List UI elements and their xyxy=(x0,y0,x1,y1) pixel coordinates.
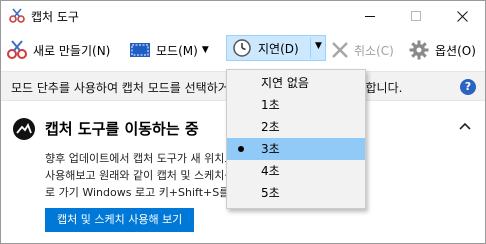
close-icon xyxy=(332,42,348,58)
chevron-down-icon[interactable]: ▼ xyxy=(315,41,322,51)
radio-bullet-icon xyxy=(238,146,244,152)
rectangular-snip-icon xyxy=(130,43,150,57)
window-title: 캡처 도구 xyxy=(31,10,79,24)
delay-menu-item[interactable]: 지연 없음 xyxy=(227,72,365,94)
delay-menu-item[interactable]: 2초 xyxy=(227,116,365,138)
delay-menu-item-label: 지연 없음 xyxy=(261,76,309,90)
delay-menu-item-label: 4초 xyxy=(261,164,280,178)
cancel-label: 취소(C) xyxy=(354,43,394,58)
title-bar[interactable]: 캡처 도구 xyxy=(1,1,485,31)
delay-menu-item[interactable]: 3초 xyxy=(227,138,365,160)
cancel-button[interactable]: 취소(C) xyxy=(331,37,394,63)
try-snip-sketch-button[interactable]: 캡처 및 스케치 사용해 보기 xyxy=(45,208,195,232)
delay-menu-item-label: 1초 xyxy=(261,98,280,112)
maximize-button[interactable] xyxy=(393,1,439,31)
chevron-down-icon: ▼ xyxy=(201,45,209,55)
split-divider xyxy=(310,38,311,58)
delay-menu-item[interactable]: 1초 xyxy=(227,94,365,116)
help-icon[interactable]: ? xyxy=(460,79,476,95)
new-snip-label: 새로 만들기(N) xyxy=(33,43,111,58)
toolbar: 새로 만들기(N) 모드(M) ▼ 지연(D) ▼ 취소(C) 옵션(O) xyxy=(1,31,485,69)
gear-icon xyxy=(409,40,429,60)
delay-menu-item[interactable]: 5초 xyxy=(227,182,365,204)
clock-icon xyxy=(233,39,251,57)
scissors-icon xyxy=(9,8,25,24)
minimize-button[interactable] xyxy=(347,1,393,31)
delay-label: 지연(D) xyxy=(258,41,299,56)
delay-menu-item-label: 5초 xyxy=(261,186,280,200)
mode-label: 모드(M) xyxy=(156,43,198,58)
delay-button[interactable]: 지연(D) ▼ xyxy=(226,35,326,61)
new-snip-button[interactable]: 새로 만들기(N) xyxy=(5,37,110,63)
options-label: 옵션(O) xyxy=(435,43,476,58)
delay-menu-item-label: 3초 xyxy=(261,142,280,156)
mode-button[interactable]: 모드(M) ▼ xyxy=(129,37,209,63)
close-button[interactable] xyxy=(439,1,485,31)
snip-sketch-icon xyxy=(13,118,35,140)
delay-menu-item-label: 2초 xyxy=(261,120,280,134)
scissors-icon xyxy=(7,40,27,59)
delay-menu-item[interactable]: 4초 xyxy=(227,160,365,182)
snipping-tool-window: 캡처 도구 새로 만들기(N) 모드(M) ▼ 지연(D) ▼ 취소(C) 옵션… xyxy=(0,0,486,244)
chevron-up-icon[interactable] xyxy=(459,118,471,134)
minimize-icon xyxy=(365,15,375,17)
close-icon xyxy=(456,10,468,22)
maximize-icon xyxy=(411,11,421,21)
delay-menu: 지연 없음 1초 2초 3초 4초 5초 xyxy=(226,69,366,209)
options-button[interactable]: 옵션(O) xyxy=(409,37,476,63)
